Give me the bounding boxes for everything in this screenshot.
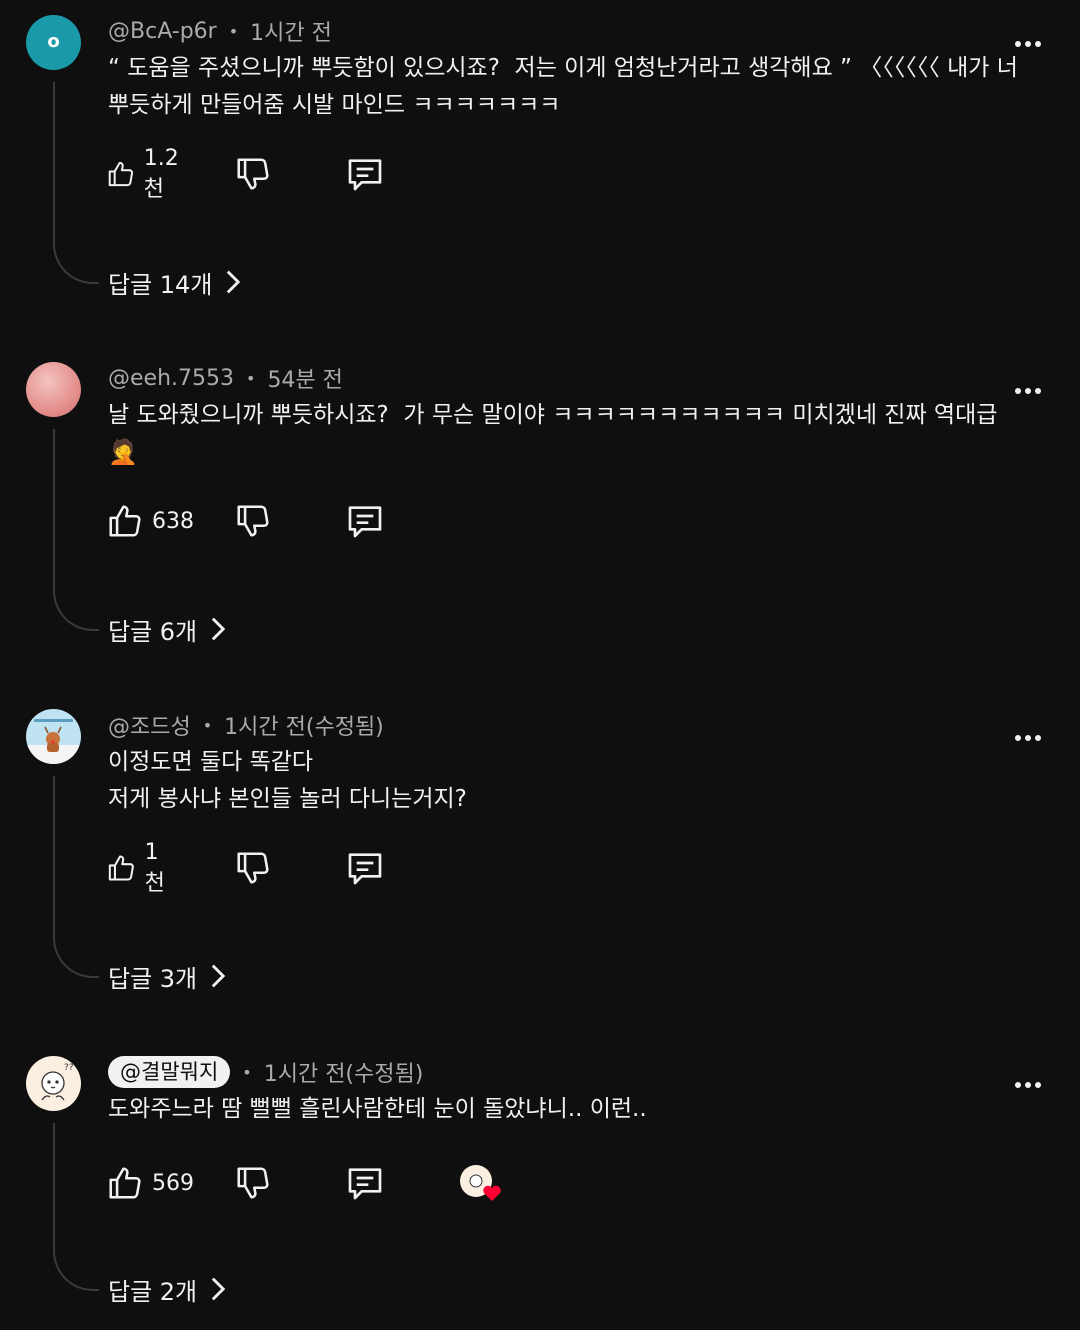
separator-dot: •	[228, 21, 239, 41]
view-replies-button[interactable]: 답글 14개	[108, 264, 242, 300]
comment-icon	[348, 853, 382, 885]
chevron-right-icon	[211, 1277, 226, 1301]
comment-header: @조드성 • 1시간 전(수정됨)	[108, 708, 384, 742]
comment-time: 1시간 전(수정됨)	[224, 715, 384, 740]
avatar[interactable]: o	[26, 15, 81, 70]
comment-text: “ 도움을 주셨으니까 뿌듯함이 있으시죠? 저는 이게 엄청난거라고 생각해요…	[108, 55, 1026, 118]
replies-count: 답글 2개	[108, 1277, 198, 1306]
separator-dot: •	[202, 715, 213, 735]
thinking-character-illustration: ??	[41, 1063, 74, 1101]
dislike-button[interactable]	[234, 152, 272, 196]
avatar[interactable]: ??	[26, 1056, 81, 1111]
like-count: 1천	[144, 839, 165, 896]
comment-text: 도와주느라 땀 뻘뻘 흘린사람한테 눈이 돌았냐니.. 이런..	[108, 1096, 647, 1122]
chevron-right-icon	[211, 964, 226, 988]
reindeer-illustration	[26, 719, 81, 764]
dislike-button[interactable]	[234, 1161, 272, 1205]
dislike-button[interactable]	[234, 846, 272, 890]
thumbs-up-icon	[108, 855, 134, 881]
author-handle[interactable]: @eeh.7553	[108, 366, 234, 391]
facepalm-emoji: 🤦	[108, 438, 138, 466]
like-button[interactable]: 569	[106, 1161, 194, 1205]
comment-text: 날 도와줬으니까 뿌듯하시죠? 가 무슨 말이야 ㅋㅋㅋㅋㅋㅋㅋㅋㅋㅋㅋ 미치겠…	[108, 402, 998, 428]
avatar[interactable]	[26, 362, 81, 417]
comment-header: @BcA-p6r • 1시간 전	[108, 14, 332, 48]
replies-count: 답글 3개	[108, 964, 198, 993]
thread-line	[53, 82, 99, 284]
chevron-right-icon	[211, 617, 226, 641]
view-replies-button[interactable]: 답글 6개	[108, 611, 227, 647]
reply-button[interactable]	[344, 152, 386, 196]
reply-button[interactable]	[344, 1161, 386, 1205]
creator-handle-badge[interactable]: @결말뭐지	[108, 1056, 231, 1088]
comment-icon	[348, 159, 382, 191]
avatar[interactable]	[26, 709, 81, 764]
creator-heart-icon	[460, 1165, 501, 1201]
thread-line	[53, 1123, 99, 1291]
reply-button[interactable]	[344, 499, 386, 543]
thumbs-down-icon	[237, 505, 269, 537]
thumbs-down-icon	[237, 158, 269, 190]
replies-count: 답글 6개	[108, 617, 198, 646]
reply-button[interactable]	[344, 846, 386, 890]
thread-line	[53, 776, 99, 978]
dislike-button[interactable]	[234, 499, 272, 543]
like-button[interactable]: 1.2천	[106, 146, 187, 202]
creator-heart-badge	[456, 1161, 506, 1205]
author-handle[interactable]: @조드성	[108, 709, 191, 741]
comment-icon	[348, 1168, 382, 1200]
thumbs-down-icon	[237, 852, 269, 884]
chevron-right-icon	[227, 270, 241, 294]
like-button[interactable]: 1천	[106, 840, 172, 896]
thumbs-down-icon	[237, 1167, 269, 1199]
comment-icon	[348, 506, 382, 538]
comment-header: @결말뭐지 • 1시간 전(수정됨)	[108, 1055, 423, 1089]
like-count: 569	[152, 1170, 194, 1196]
comment-header: @eeh.7553 • 54분 전	[108, 361, 343, 395]
replies-count: 답글 14개	[108, 270, 213, 299]
separator-dot: •	[242, 1062, 252, 1082]
like-button[interactable]: 638	[106, 499, 194, 543]
comment-time: 54분 전	[267, 368, 343, 393]
thumbs-up-icon	[108, 161, 134, 187]
view-replies-button[interactable]: 답글 2개	[108, 1271, 227, 1307]
comment-body: 날 도와줬으니까 뿌듯하시죠? 가 무슨 말이야 ㅋㅋㅋㅋㅋㅋㅋㅋㅋㅋㅋ 미치겠…	[108, 397, 1028, 472]
thread-line	[53, 429, 99, 631]
like-count: 638	[152, 508, 194, 534]
comment-time: 1시간 전	[250, 21, 332, 46]
svg-text:??: ??	[64, 1063, 74, 1073]
comment-time: 1시간 전(수정됨)	[263, 1062, 424, 1087]
author-handle[interactable]: @BcA-p6r	[108, 19, 217, 44]
view-replies-button[interactable]: 답글 3개	[108, 958, 227, 994]
thumbs-up-icon	[109, 1167, 141, 1199]
avatar-letter: o	[47, 31, 60, 52]
comment-text: 이정도면 둘다 똑같다 저게 봉사냐 본인들 놀러 다니는거지?	[108, 749, 467, 812]
separator-dot: •	[246, 368, 256, 388]
thumbs-up-icon	[109, 505, 141, 537]
like-count: 1.2천	[143, 145, 179, 202]
